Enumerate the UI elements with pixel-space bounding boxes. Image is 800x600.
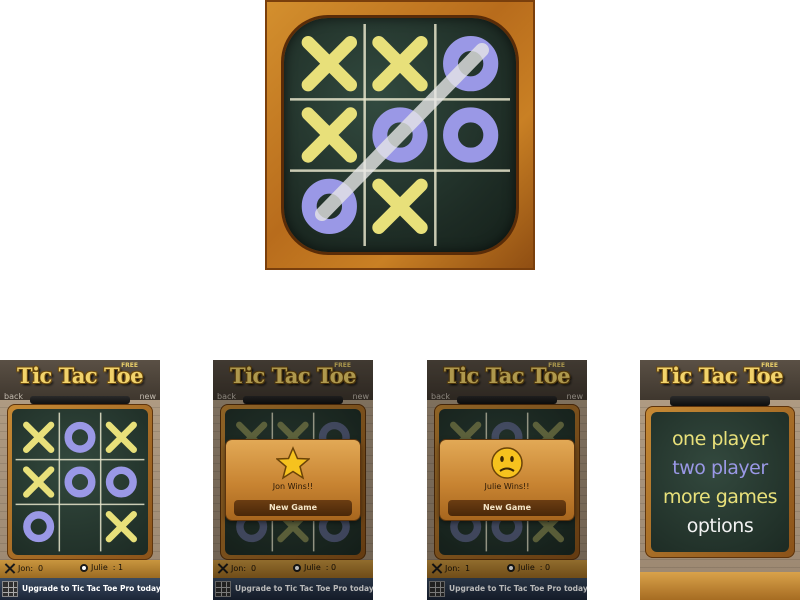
game-screen: Tic Tac Toe FREE back new Jon: 0 Julie : 1… [0,360,160,600]
x-mark [301,35,358,92]
header: Tic Tac Toe FREE [0,360,160,400]
upgrade-banner[interactable]: Upgrade to Tic Tac Toe Pro today! [0,578,160,600]
menu-board-frame: one player two player more games options [645,406,795,558]
header: Tic Tac Toe FREE [640,360,800,400]
new-button[interactable]: new [139,392,156,401]
o-mark[interactable] [23,511,55,543]
player2-score: : 1 [112,563,124,572]
x-mark [372,178,428,235]
player1-score: 0 [38,564,44,573]
game-board[interactable] [12,409,148,555]
win-message: Julie Wins!! [484,482,530,491]
x-icon [4,563,15,574]
x-mark [372,35,428,92]
options-button[interactable]: options [651,515,789,537]
app-icon-chalkboard [284,18,516,252]
chalk-tray [30,396,130,404]
one-player-button[interactable]: one player [651,428,789,450]
grid-icon [2,581,18,597]
player2-name: Julie [91,563,108,572]
x-mark[interactable] [105,511,137,543]
julie-wins-screen: Tic Tac Toe FREE back new Jon: 1 Julie: 0… [427,360,587,600]
star-icon [276,446,310,480]
x-mark[interactable] [23,466,55,498]
win-message: Jon Wins!! [272,482,314,491]
o-mark[interactable] [105,466,137,498]
o-mark[interactable] [64,421,96,453]
sad-face-icon [491,447,523,479]
game-board-svg[interactable] [12,409,148,555]
chalk-tray [670,396,770,406]
more-games-button[interactable]: more games [651,486,789,508]
o-mark[interactable] [64,466,96,498]
upgrade-text: Upgrade to Tic Tac Toe Pro today! [22,584,160,593]
score-bar: Jon: 0 Julie : 1 [0,560,160,578]
board-frame [7,404,153,560]
player1-name: Jon: [18,564,34,573]
x-mark[interactable] [23,421,55,453]
free-badge: FREE [761,362,778,369]
new-game-button[interactable]: New Game [234,500,352,516]
menu-screen: Tic Tac Toe FREE one player two player m… [640,360,800,600]
jon-wins-screen: Tic Tac Toe FREE back new Jon: 0 Julie: 0… [213,360,373,600]
o-icon [80,563,88,572]
x-mark[interactable] [105,421,137,453]
win-dialog: Jon Wins!! New Game [226,440,360,520]
app-icon [265,0,535,270]
x-mark [301,107,358,163]
win-dialog: Julie Wins!! New Game [440,440,574,520]
app-icon-board-svg [290,24,510,246]
o-mark [443,107,499,163]
free-badge: FREE [121,362,138,369]
back-button[interactable]: back [4,392,23,401]
menu-footer [640,572,800,600]
new-game-button[interactable]: New Game [448,500,566,516]
two-player-button[interactable]: two player [651,457,789,479]
menu-chalkboard: one player two player more games options [651,412,789,552]
